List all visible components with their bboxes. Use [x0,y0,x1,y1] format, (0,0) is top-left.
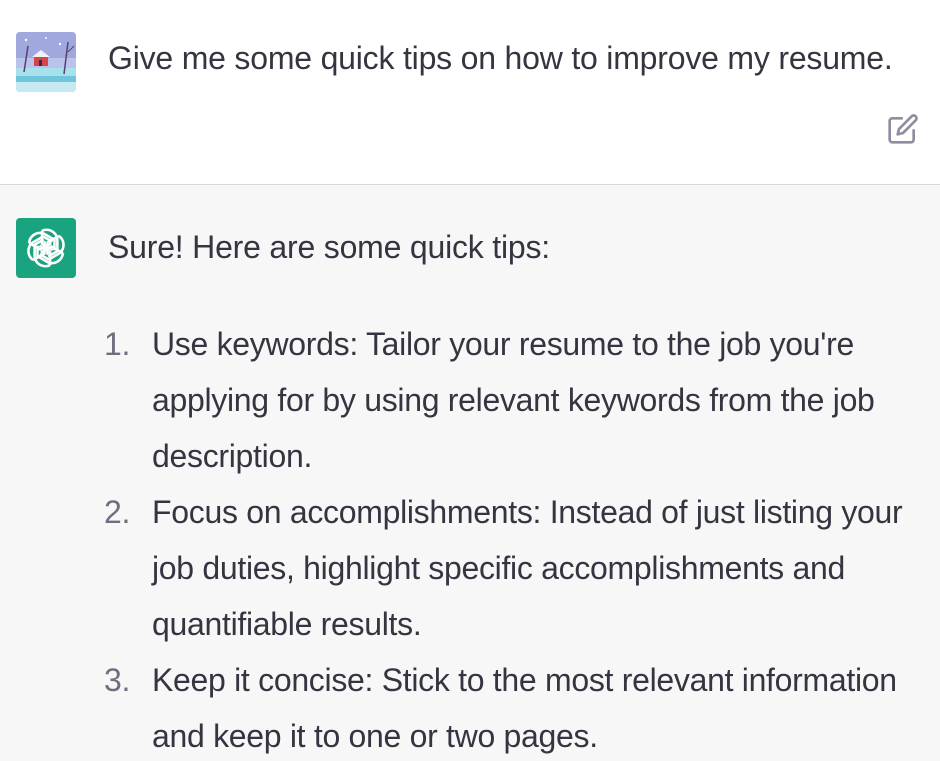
list-item-text: Keep it concise: Stick to the most relev… [152,662,897,754]
list-item-text: Focus on accomplishments: Instead of jus… [152,494,903,642]
edit-button[interactable] [884,110,922,148]
assistant-intro-text: Sure! Here are some quick tips: [108,229,550,265]
user-avatar [16,32,76,92]
list-item: 2. Focus on accomplishments: Instead of … [104,484,934,652]
assistant-avatar [16,218,76,278]
user-message-text: Give me some quick tips on how to improv… [108,40,893,76]
list-item-number: 2. [104,494,131,530]
list-item: 3. Keep it concise: Stick to the most re… [104,652,934,761]
tips-list: 1. Use keywords: Tailor your resume to t… [104,316,934,761]
user-message: Give me some quick tips on how to improv… [0,0,940,185]
openai-logo-icon [27,228,65,268]
assistant-message: Sure! Here are some quick tips: 1. Use k… [0,185,940,761]
chat-page: Give me some quick tips on how to improv… [0,0,940,761]
edit-icon [888,114,918,144]
list-item-text: Use keywords: Tailor your resume to the … [152,326,875,474]
list-item: 1. Use keywords: Tailor your resume to t… [104,316,934,484]
list-item-number: 1. [104,326,131,362]
list-item-number: 3. [104,662,131,698]
